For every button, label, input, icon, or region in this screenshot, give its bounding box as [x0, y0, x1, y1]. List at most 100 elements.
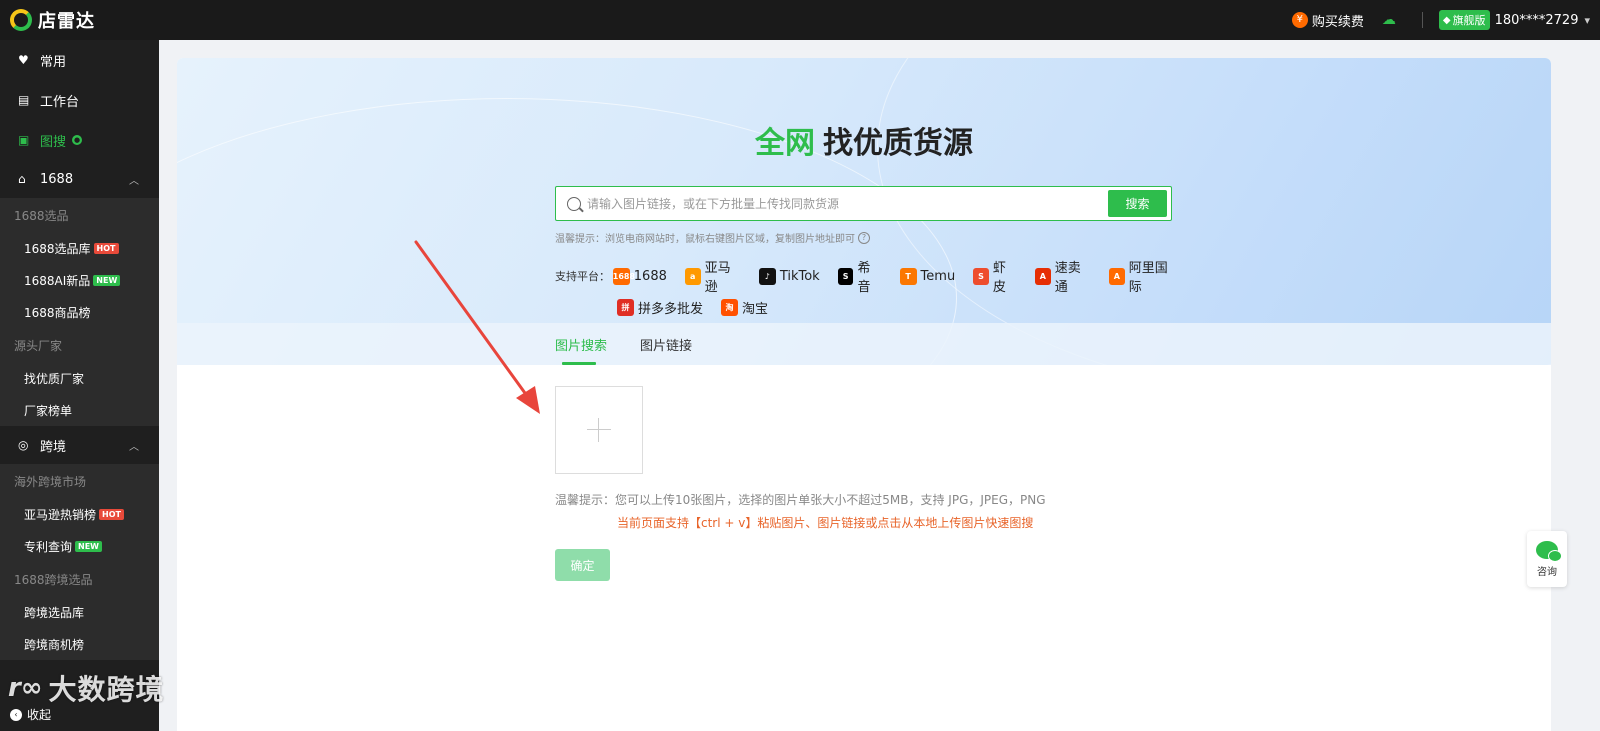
upload-hint: 温馨提示：您可以上传10张图片，选择的图片单张大小不超过5MB，支持 JPG，J…	[555, 493, 1046, 507]
platform-r1-5[interactable]: S 虾皮	[973, 257, 1017, 295]
user-account[interactable]: 180****2729	[1495, 13, 1579, 28]
sidebar-item-label: 图搜	[40, 134, 67, 150]
platform-logo-icon: 淘	[721, 298, 739, 316]
collapse-label: 收起	[27, 708, 52, 722]
buy-renew-button[interactable]: ¥ 购买续费	[1291, 11, 1364, 30]
platform-r1-4[interactable]: T Temu	[899, 267, 955, 285]
platform-name: TikTok	[779, 268, 820, 284]
platform-r1-0[interactable]: 1688 1688	[612, 267, 667, 285]
watermark-logo: r∞	[8, 673, 43, 703]
workbench-icon: ▤	[18, 93, 30, 107]
platform-name: 1688	[633, 268, 667, 284]
sidebar-item-workbench[interactable]: ▤ 工作台	[0, 80, 159, 120]
platform-r2-0[interactable]: 拼拼多多批发	[617, 298, 703, 317]
platform-r1-7[interactable]: A 阿里国际	[1108, 257, 1177, 295]
sidebar-item-1688-ai-new[interactable]: 1688AI新品 NEW	[0, 264, 159, 296]
sidebar-group-label: 1688	[40, 171, 74, 187]
platform-r1-6[interactable]: A 速卖通	[1035, 257, 1091, 295]
tab-image-link[interactable]: 图片链接	[640, 335, 692, 354]
search-input[interactable]	[587, 196, 1108, 211]
help-icon[interactable]: ?	[858, 231, 870, 244]
sidebar-subpanel-cross-border: 海外跨境市场 亚马逊热销榜 HOT 专利查询 NEW 1688跨境选品 跨境选品…	[0, 464, 159, 660]
sidebar-item-favorites[interactable]: ♥ 常用	[0, 40, 159, 80]
planet-icon: ◎	[18, 438, 29, 452]
wechat-icon	[1536, 540, 1562, 562]
confirm-button[interactable]: 确定	[555, 549, 610, 581]
sidebar-item-factory-ranking[interactable]: 厂家榜单	[0, 394, 159, 426]
chevron-down-icon[interactable]: ▾	[1584, 14, 1590, 27]
platform-name: 亚马逊	[704, 261, 731, 295]
yen-icon: ¥	[1291, 12, 1308, 28]
platform-r1-2[interactable]: ♪ TikTok	[758, 267, 820, 285]
sidebar-item-image-search[interactable]: ▣ 图搜 ●	[0, 120, 159, 160]
image-upload-box[interactable]	[555, 386, 643, 474]
platform-name: 拼多多批发	[638, 301, 704, 317]
platform-r1-1[interactable]: a 亚马逊	[684, 257, 741, 295]
paste-hint: 当前页面支持【ctrl + v】粘贴图片、图片链接或点击从本地上传图片快速图搜	[617, 516, 1034, 530]
platform-name: 希音	[857, 261, 871, 295]
platform-name: 阿里国际	[1128, 261, 1168, 295]
platform-logo-icon: S	[837, 267, 854, 285]
sidebar-item-cross-library[interactable]: 跨境选品库	[0, 596, 159, 628]
tab-bar: 图片搜索 图片链接	[177, 323, 1551, 365]
sidebar-group-1688[interactable]: ⌂ 1688 ︿	[0, 160, 159, 198]
platform-r1-3[interactable]: S 希音	[837, 257, 882, 295]
search-icon	[567, 196, 581, 211]
sidebar-item-label: 工作台	[40, 94, 80, 110]
sidebar-section-head: 1688选品	[14, 208, 69, 223]
logo[interactable]: 店雷达	[10, 7, 95, 33]
sidebar-item-patent-search[interactable]: 专利查询 NEW	[0, 530, 159, 562]
vip-label: 旗舰版	[1452, 14, 1486, 27]
sidebar-item-label: 1688商品榜	[24, 305, 91, 320]
badge-dot-icon: ●	[72, 135, 83, 145]
sidebar-item-1688-library[interactable]: 1688选品库 HOT	[0, 232, 159, 264]
platform-logo-icon: S	[973, 267, 989, 285]
watermark-text: 大数跨境	[48, 673, 165, 706]
platform-logo-icon: A	[1035, 267, 1051, 285]
main-panel: 全网找优质货源 搜索 温馨提示：浏览电商网站时，鼠标右键图片区域，复制图片地址即…	[177, 58, 1551, 731]
store-icon: ⌂	[18, 172, 26, 186]
platform-name: 速卖通	[1054, 261, 1081, 295]
sidebar-item-label: 专利查询	[24, 539, 73, 554]
platforms-label: 支持平台：	[555, 270, 610, 283]
sidebar-section-head: 1688跨境选品	[14, 572, 93, 587]
sidebar: ♥ 常用 ▤ 工作台 ▣ 图搜 ● ⌂ 1688 ︿ 1688选品 1688选品…	[0, 40, 159, 731]
platform-logo-icon: a	[684, 267, 701, 285]
sidebar-group-cross-border[interactable]: ◎ 跨境 ︿	[0, 426, 159, 464]
sidebar-item-1688-ranking[interactable]: 1688商品榜	[0, 296, 159, 328]
sidebar-section-head: 海外跨境市场	[14, 474, 87, 489]
search-bar: 搜索	[555, 186, 1172, 221]
consult-button[interactable]: 咨询	[1527, 531, 1567, 587]
platform-logo-icon: T	[899, 267, 917, 285]
search-button[interactable]: 搜索	[1108, 190, 1167, 217]
platform-r2-1[interactable]: 淘淘宝	[721, 298, 768, 317]
sidebar-item-amazon-bestsellers[interactable]: 亚马逊热销榜 HOT	[0, 498, 159, 530]
new-badge: NEW	[93, 274, 121, 286]
hot-badge: HOT	[93, 242, 119, 254]
platform-logo-icon: ♪	[758, 267, 776, 285]
sidebar-item-label: 常用	[40, 54, 67, 70]
hot-badge: HOT	[99, 508, 124, 520]
platform-logo-icon: 拼	[617, 298, 634, 316]
sidebar-item-label: 跨境选品库	[24, 605, 85, 620]
sidebar-item-label: 厂家榜单	[24, 403, 73, 418]
watermark: r∞ 大数跨境	[8, 668, 165, 708]
top-bar: 店雷达 ¥ 购买续费 ☁ ◆ 旗舰版 180****2729 ▾	[0, 0, 1600, 40]
vip-badge[interactable]: ◆ 旗舰版	[1438, 10, 1490, 30]
plus-icon	[587, 418, 611, 442]
cloud-download-icon[interactable]: ☁	[1382, 12, 1396, 28]
tab-image-search[interactable]: 图片搜索	[555, 335, 607, 354]
sidebar-item-cross-opportunity[interactable]: 跨境商机榜	[0, 628, 159, 660]
consult-label: 咨询	[1537, 566, 1557, 578]
sidebar-item-label: 亚马逊热销榜	[24, 507, 97, 522]
chevron-up-icon[interactable]: ︿	[129, 438, 139, 453]
hero-banner: 全网找优质货源 搜索 温馨提示：浏览电商网站时，鼠标右键图片区域，复制图片地址即…	[177, 58, 1551, 498]
collapse-sidebar-button[interactable]: ‹ 收起	[10, 706, 51, 723]
collapse-icon: ‹	[10, 708, 22, 721]
sidebar-item-label: 跨境商机榜	[24, 637, 85, 652]
sidebar-group-label: 跨境	[40, 439, 67, 455]
sidebar-item-label: 1688AI新品	[24, 273, 91, 288]
sidebar-item-find-factory[interactable]: 找优质厂家	[0, 362, 159, 394]
chevron-up-icon[interactable]: ︿	[129, 172, 139, 187]
platform-name: 淘宝	[742, 301, 769, 317]
